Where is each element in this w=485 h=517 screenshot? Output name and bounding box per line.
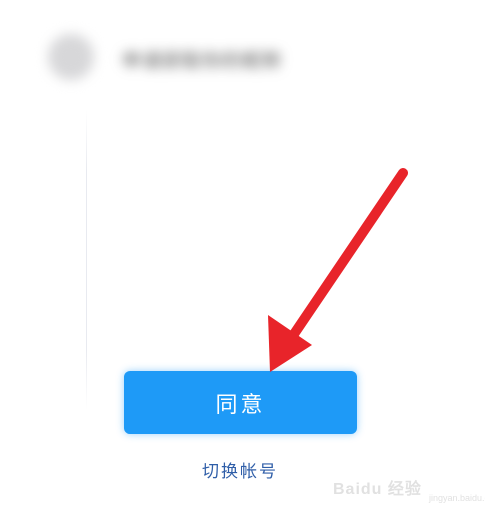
permission-text: 申请获取你的昵称 xyxy=(122,50,283,72)
switch-account-link[interactable]: 切换帐号 xyxy=(130,457,350,482)
agree-button-label: 同意 xyxy=(215,392,266,418)
app-avatar xyxy=(48,34,94,80)
agree-button[interactable]: 同意 xyxy=(124,371,357,434)
app-info-row: 申请获取你的昵称 xyxy=(30,22,330,92)
watermark-text: Baidu 经验 xyxy=(333,481,422,498)
authorization-screen: 申请获取你的昵称 同意 切换帐号 Baidu 经验 jingyan.baidu.… xyxy=(0,0,485,517)
watermark-url: jingyan.baidu.com xyxy=(429,493,485,503)
watermark-logo: Baidu 经验 jingyan.baidu.com xyxy=(329,471,485,511)
divider-line xyxy=(86,110,87,410)
